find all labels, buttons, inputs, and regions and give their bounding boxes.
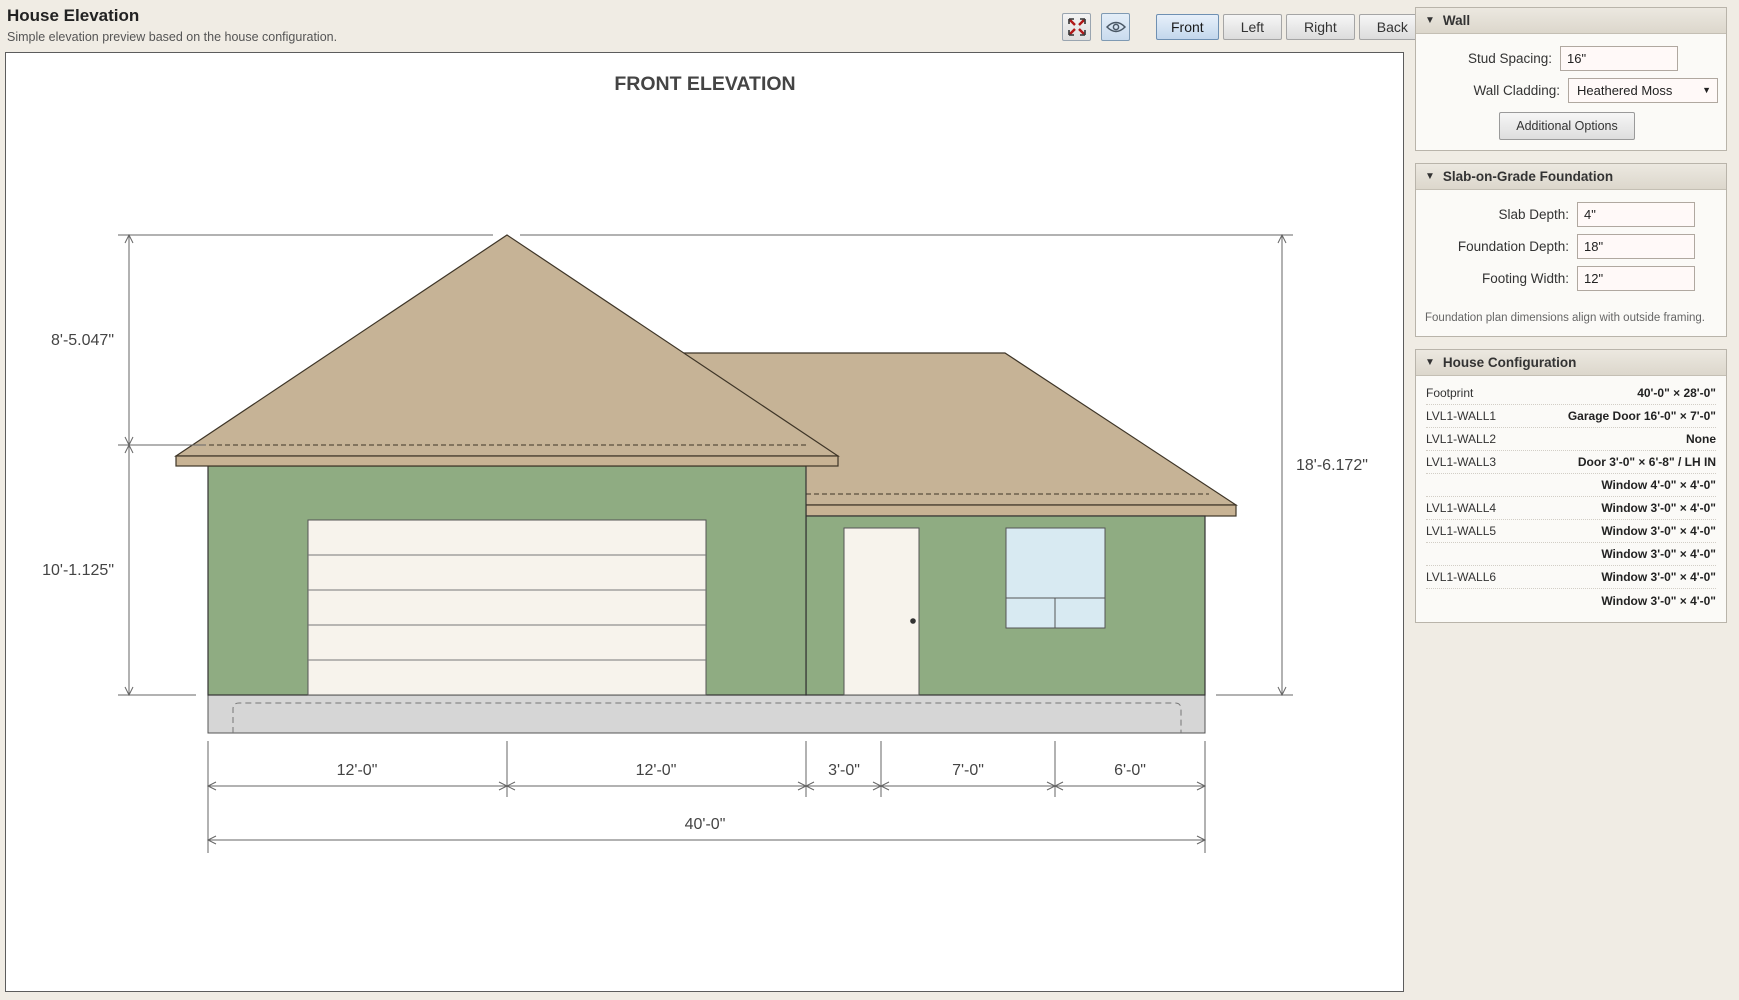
view-right-button[interactable]: Right: [1286, 14, 1355, 40]
config-key: LVL1-WALL5: [1426, 524, 1497, 538]
dim-overall: 40'-0": [685, 816, 726, 833]
config-row: LVL1-WALL6 Window 3'-0" × 4'-0": [1426, 566, 1716, 589]
config-key: LVL1-WALL1: [1426, 409, 1497, 423]
stud-spacing-input[interactable]: [1560, 45, 1678, 71]
collapse-triangle-icon: ▼: [1425, 357, 1435, 368]
house-config-panel-title: House Configuration: [1442, 355, 1577, 370]
visibility-toggle-button[interactable]: [1101, 13, 1130, 41]
config-table: Footprint 40'-0" × 28'-0" LVL1-WALL1 Garag…: [1416, 376, 1726, 622]
config-value: 40'-0" × 28'-0": [1637, 386, 1716, 400]
sidebar: ▼ Wall Stud Spacing: Wall Cladding: Heat…: [1415, 7, 1727, 635]
door-knob: [910, 618, 916, 624]
dim-seg-2: 12'-0": [636, 762, 677, 779]
config-row: Window 3'-0" × 4'-0": [1426, 543, 1716, 566]
stud-spacing-row: Stud Spacing:: [1416, 42, 1718, 74]
fit-view-button[interactable]: [1062, 13, 1091, 41]
elevation-canvas[interactable]: FRONT ELEVATION 8'-5.047" 10'-1.125" 18'…: [5, 52, 1404, 992]
page-header: House Elevation Simple elevation preview…: [7, 6, 337, 44]
config-value: None: [1686, 432, 1716, 446]
collapse-triangle-icon: ▼: [1425, 171, 1435, 182]
dim-total-height: 18'-6.172": [1296, 457, 1368, 474]
dim-wall-height: 10'-1.125": [42, 562, 114, 579]
house-config-panel-header[interactable]: ▼ House Configuration: [1416, 350, 1726, 376]
wall-cladding-value: Heathered Moss: [1577, 82, 1673, 98]
wall-panel-header[interactable]: ▼ Wall: [1416, 8, 1726, 34]
foundation-panel-header[interactable]: ▼ Slab-on-Grade Foundation: [1416, 164, 1726, 190]
dim-seg-3: 3'-0": [828, 762, 860, 779]
stud-spacing-label: Stud Spacing:: [1467, 50, 1552, 66]
config-value: Window 3'-0" × 4'-0": [1601, 501, 1716, 515]
page-title: House Elevation: [7, 6, 140, 25]
foundation-depth-row: Foundation Depth:: [1416, 230, 1695, 262]
config-row: LVL1-WALL2 None: [1426, 428, 1716, 451]
garage-door: [307, 519, 707, 696]
config-row: LVL1-WALL5 Window 3'-0" × 4'-0": [1426, 520, 1716, 543]
dim-seg-1: 12'-0": [337, 762, 378, 779]
chevron-down-icon: ▼: [1702, 85, 1711, 95]
slab-depth-row: Slab Depth:: [1416, 198, 1695, 230]
config-row: Footprint 40'-0" × 28'-0": [1426, 382, 1716, 405]
roof-garage-gable: [174, 234, 840, 457]
dim-seg-4: 7'-0": [952, 762, 984, 779]
foundation-panel-title: Slab-on-Grade Foundation: [1442, 169, 1614, 184]
fit-view-icon: [1067, 18, 1086, 36]
slab-depth-label: Slab Depth:: [1498, 206, 1569, 222]
view-front-button[interactable]: Front: [1156, 14, 1219, 40]
config-value: Window 3'-0" × 4'-0": [1601, 593, 1716, 608]
page-subtitle: Simple elevation preview based on the ho…: [7, 30, 338, 44]
config-value: Window 3'-0" × 4'-0": [1601, 547, 1716, 561]
config-value: Window 3'-0" × 4'-0": [1601, 570, 1716, 584]
view-left-button[interactable]: Left: [1222, 14, 1283, 40]
foundation-note: Foundation plan dimensions align with ou…: [1425, 312, 1705, 324]
entry-door: [843, 527, 920, 696]
elevation-title: FRONT ELEVATION: [614, 73, 795, 95]
config-value: Window 3'-0" × 4'-0": [1601, 524, 1716, 538]
wall-panel: ▼ Wall Stud Spacing: Wall Cladding: Heat…: [1415, 7, 1727, 151]
footing-width-input[interactable]: [1577, 265, 1695, 291]
foundation-depth-label: Foundation Depth:: [1457, 238, 1569, 254]
wall-panel-title: Wall: [1442, 13, 1471, 28]
footing-width-row: Footing Width:: [1416, 262, 1695, 294]
config-row: LVL1-WALL4 Window 3'-0" × 4'-0": [1426, 497, 1716, 520]
additional-options-button[interactable]: Additional Options: [1499, 112, 1635, 140]
config-row: LVL1-WALL3 Door 3'-0" × 6'-8" / LH IN: [1426, 451, 1716, 474]
config-value: Window 4'-0" × 4'-0": [1601, 478, 1716, 492]
config-value: Garage Door 16'-0" × 7'-0": [1567, 409, 1716, 423]
config-key: LVL1-WALL6: [1426, 570, 1497, 584]
config-row: Window 4'-0" × 4'-0": [1426, 474, 1716, 497]
dim-seg-5: 6'-0": [1114, 762, 1146, 779]
footing-width-label: Footing Width:: [1481, 270, 1569, 286]
eye-icon: [1105, 21, 1126, 33]
wall-cladding-select[interactable]: Heathered Moss ▼: [1568, 77, 1718, 103]
fascia-right: [805, 504, 1237, 517]
foundation-slab: [207, 694, 1206, 734]
wall-cladding-row: Wall Cladding: Heathered Moss ▼: [1416, 74, 1718, 106]
slab-depth-input[interactable]: [1577, 201, 1695, 227]
house-config-panel: ▼ House Configuration Footprint 40'-0" × …: [1415, 349, 1727, 623]
foundation-panel: ▼ Slab-on-Grade Foundation Slab Depth: F…: [1415, 163, 1727, 337]
view-toolbar: Front Left Right Back: [1062, 13, 1426, 41]
config-value: Door 3'-0" × 6'-8" / LH IN: [1577, 455, 1716, 469]
config-key: LVL1-WALL4: [1426, 501, 1497, 515]
config-key: Footprint: [1426, 386, 1474, 400]
fascia-garage: [175, 455, 839, 467]
config-key: LVL1-WALL3: [1426, 455, 1497, 469]
config-row: Window 3'-0" × 4'-0": [1426, 589, 1716, 612]
dim-roof-height: 8'-5.047": [51, 332, 114, 349]
config-key: LVL1-WALL2: [1426, 432, 1497, 446]
config-row: LVL1-WALL1 Garage Door 16'-0" × 7'-0": [1426, 405, 1716, 428]
horizontal-segment-dimensions: [206, 741, 1207, 853]
foundation-depth-input[interactable]: [1577, 233, 1695, 259]
collapse-triangle-icon: ▼: [1425, 15, 1435, 26]
wall-cladding-label: Wall Cladding:: [1473, 82, 1560, 98]
